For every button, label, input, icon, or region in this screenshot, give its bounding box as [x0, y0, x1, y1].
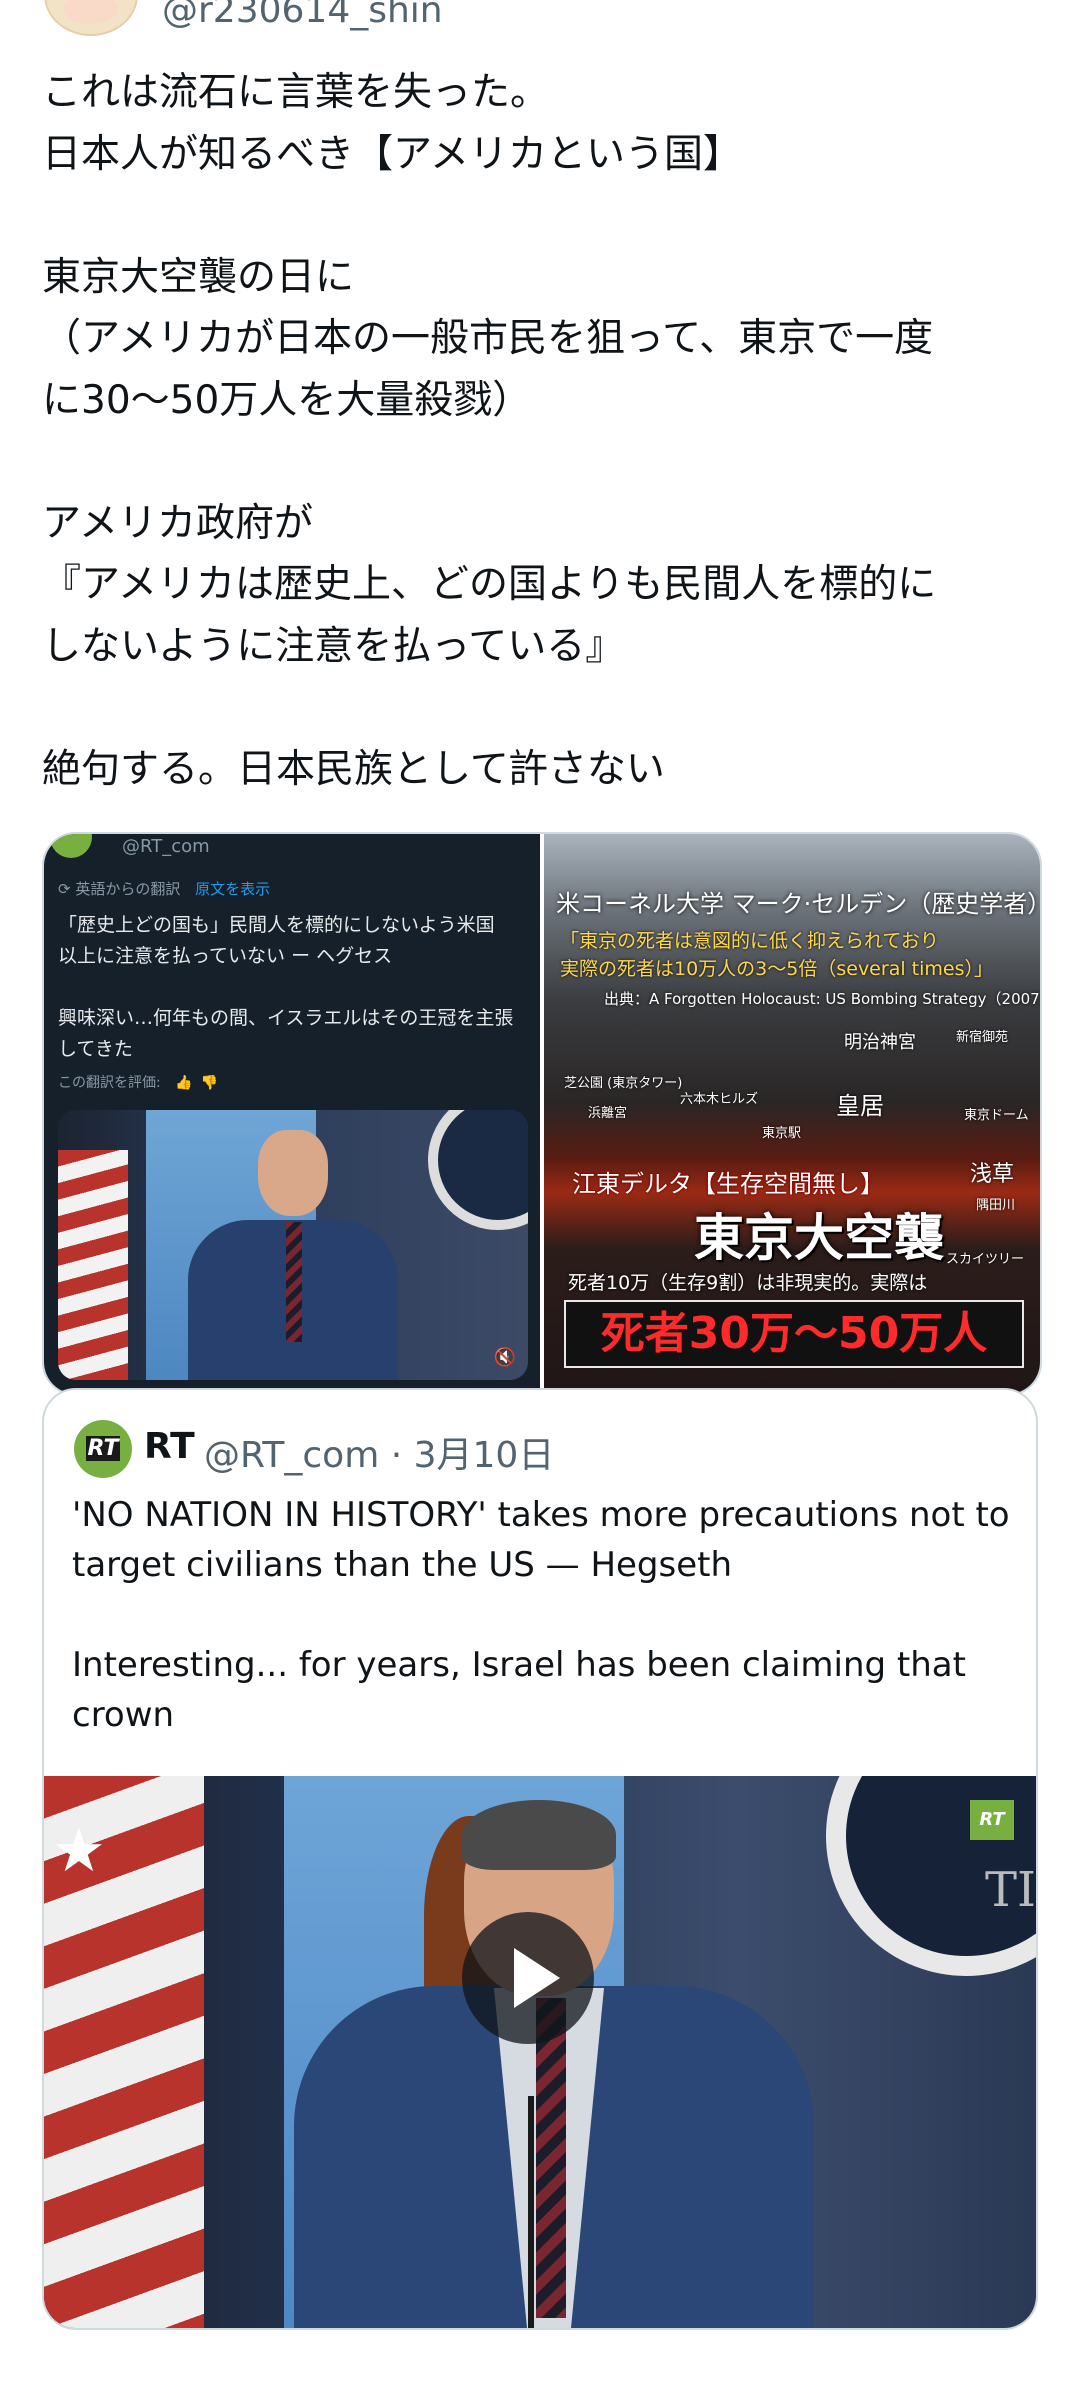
translation-rating: この翻訳を評価: 👍👎	[58, 1072, 226, 1092]
show-original-link: 原文を表示	[195, 880, 271, 898]
embedded-handle: @RT_com	[122, 836, 210, 857]
label-dome: 東京ドーム	[964, 1108, 1029, 1123]
rate-label: この翻訳を評価:	[58, 1075, 161, 1091]
quoted-handle-date: @RT_com · 3月10日	[204, 1435, 555, 1476]
thumbs-icons: 👍👎	[175, 1075, 227, 1091]
author-avatar[interactable]	[44, 0, 138, 36]
image-quote-line1: 「東京の死者は意図的に低く抑えられており	[560, 930, 939, 952]
seal-emblem	[428, 1110, 528, 1230]
media-image-tokyo-air-raid[interactable]: 米コーネル大学 マーク·セルデン（歴史学者） 「東京の死者は意図的に低く抑えられ…	[544, 834, 1040, 1394]
quoted-text: 'NO NATION IN HISTORY' takes more precau…	[72, 1495, 1010, 1735]
us-flag	[58, 1150, 128, 1380]
speaker-tie	[286, 1222, 302, 1342]
rt-logo-avatar[interactable]: RT	[74, 1420, 132, 1478]
quoted-tweet[interactable]: RT RT @RT_com · 3月10日 'NO NATION IN HIST…	[42, 1388, 1038, 2330]
star-icon: ★	[52, 1816, 106, 1886]
translated-label: 英語からの翻訳	[75, 880, 181, 898]
label-kokyo: 皇居	[836, 1092, 884, 1120]
deaths-note: 死者10万（生存9割）は非現実的。実際は	[568, 1272, 928, 1294]
label-skytree: スカイツリー	[946, 1252, 1025, 1267]
speaker-head	[258, 1130, 328, 1216]
avatar-face	[64, 0, 118, 24]
tweet-header: @r230614_shin	[0, 0, 1080, 40]
author-handle[interactable]: @r230614_shin	[162, 0, 443, 31]
mute-icon: 🔇	[493, 1347, 516, 1368]
tweet-text: これは流石に言葉を失った。 日本人が知るべき【アメリカという国】 東京大空襲の日…	[42, 70, 937, 792]
speaker-tie	[536, 1998, 566, 2318]
rt-logo-text: RT	[85, 1436, 121, 1461]
media-grid: @RT_com ⟳ 英語からの翻訳 原文を表示 「歴史上どの国も」民間人を標的に…	[42, 832, 1042, 1396]
koto-delta-label: 江東デルタ【生存空間無し】	[572, 1170, 884, 1198]
translate-icon: ⟳	[58, 880, 71, 898]
image-quote-line2: 実際の死者は10万人の3〜5倍（several times）」	[560, 958, 993, 980]
microphone	[528, 2096, 534, 2328]
translation-meta: ⟳ 英語からの翻訳 原文を表示	[58, 878, 270, 899]
label-roppongi: 六本木ヒルズ	[680, 1092, 759, 1107]
image-title: 米コーネル大学 マーク·セルデン（歴史学者）	[556, 890, 1040, 918]
label-asakusa: 浅草	[970, 1162, 1015, 1187]
label-hamarikyu: 浜離宮	[588, 1106, 628, 1121]
speaker-hair	[462, 1800, 616, 1870]
label-shinjuku: 新宿御苑	[956, 1030, 1009, 1045]
quoted-author-name[interactable]: RT	[144, 1426, 195, 1467]
play-button[interactable]	[462, 1912, 594, 2044]
image-source: 出典：A Forgotten Holocaust: US Bombing Str…	[604, 990, 1040, 1008]
rt-watermark: RT	[970, 1800, 1014, 1840]
translated-text: 「歴史上どの国も」民間人を標的にしないよう米国 以上に注意を払っていない ー ヘ…	[58, 914, 514, 1060]
label-meiji: 明治神宮	[844, 1032, 916, 1053]
label-shiba: 芝公園 (東京タワー)	[564, 1076, 683, 1091]
label-sumida: 隅田川	[976, 1198, 1016, 1213]
rt-avatar-small	[50, 834, 92, 858]
media-image-translated-tweet[interactable]: @RT_com ⟳ 英語からの翻訳 原文を表示 「歴史上どの国も」民間人を標的に…	[44, 834, 540, 1394]
deaths-headline: 死者30万〜50万人	[564, 1300, 1024, 1368]
embedded-video-thumbnail: 🔇	[58, 1110, 528, 1380]
quoted-video[interactable]: ★ TI RT	[44, 1776, 1036, 2328]
label-tokyo-station: 東京駅	[762, 1126, 802, 1141]
play-icon	[514, 1948, 560, 2008]
seal-text: TI	[985, 1862, 1036, 1918]
air-raid-title: 東京大空襲	[694, 1208, 944, 1267]
